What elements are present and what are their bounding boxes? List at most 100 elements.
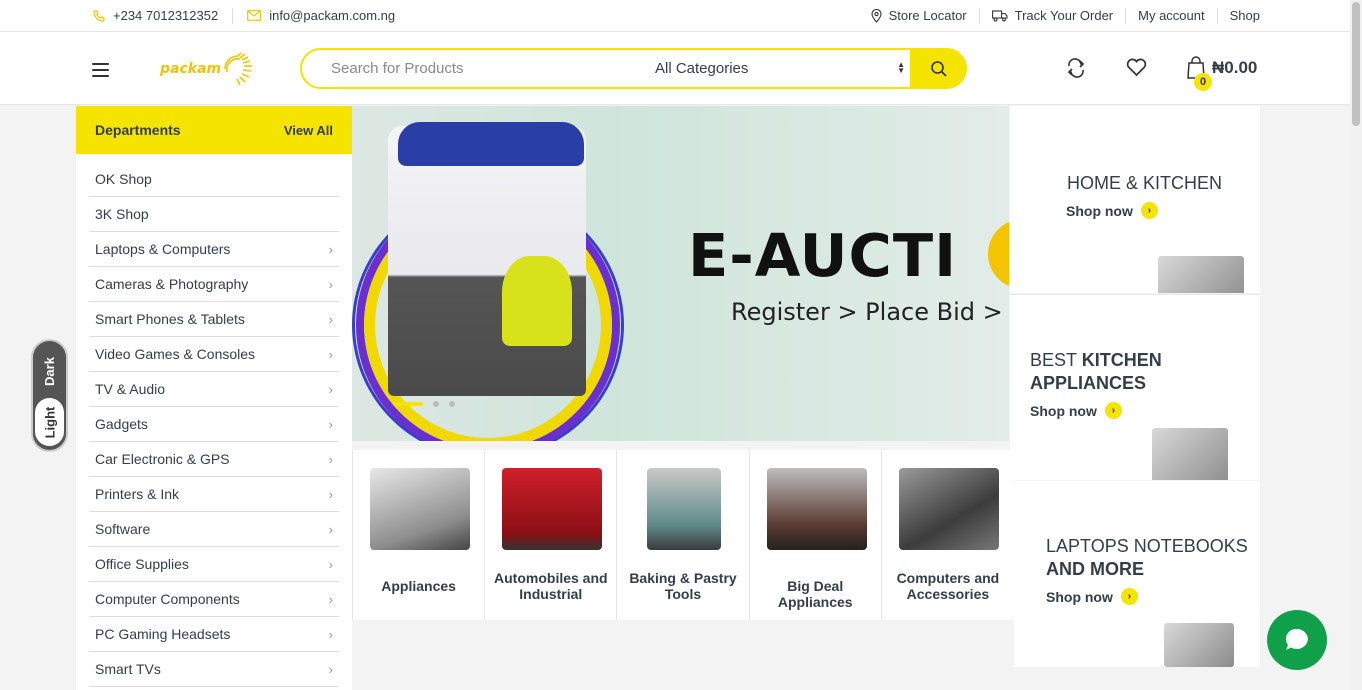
store-locator-link[interactable]: Store Locator	[871, 8, 967, 23]
cart-total[interactable]: ₦0.00	[1212, 58, 1257, 78]
site-logo[interactable]: packam	[160, 50, 255, 88]
vacuum-image	[502, 256, 572, 346]
arrow-right-icon: ›	[1104, 402, 1122, 419]
my-account-link[interactable]: My account	[1138, 8, 1204, 23]
category-card-big-deal[interactable]: Big Deal Appliances	[750, 450, 882, 620]
banner-title: HOME & KITCHEN	[1067, 173, 1223, 193]
blender-image	[1152, 428, 1228, 480]
shop-now-link[interactable]: Shop now ›	[1046, 588, 1138, 605]
department-item[interactable]: Laptops & Computers ›	[89, 232, 339, 267]
department-item[interactable]: Cameras & Photography ›	[89, 267, 339, 302]
search-icon	[930, 60, 947, 77]
category-image	[766, 468, 867, 550]
search-input[interactable]	[331, 50, 631, 87]
hero-headline: E-AUCTI	[688, 221, 958, 290]
chat-bubble-icon	[1285, 628, 1308, 650]
category-select[interactable]: All Categories ▲ ▼	[655, 50, 909, 87]
banner-laptops[interactable]: LAPTOPS NOTEBOOKS AND MORE Shop now ›	[1014, 481, 1260, 667]
slider-dot-1[interactable]	[393, 402, 423, 406]
department-item[interactable]: TV & Audio ›	[89, 372, 339, 407]
search-bar: All Categories ▲▼	[300, 48, 967, 89]
department-item[interactable]: Software ›	[89, 512, 339, 547]
chevron-right-icon: ›	[328, 416, 333, 432]
track-order-link[interactable]: Track Your Order	[991, 8, 1113, 23]
emoji-graphic	[988, 219, 1009, 289]
hero-tagline: Register > Place Bid > You	[731, 298, 1009, 326]
department-label: Printers & Ink	[95, 486, 180, 502]
arrow-right-icon: ›	[1120, 588, 1138, 605]
chevron-right-icon: ›	[328, 486, 333, 502]
category-image	[502, 468, 603, 550]
category-label: Baking & Pastry Tools	[629, 570, 737, 602]
page-scrollbar[interactable]	[1350, 0, 1362, 690]
hero-slider[interactable]: E-AUCTI Register > Place Bid > You	[352, 106, 1009, 441]
shop-now-link[interactable]: Shop now ›	[1030, 402, 1122, 419]
category-card-appliances[interactable]: Appliances	[353, 450, 486, 620]
scrollbar-thumb[interactable]	[1352, 2, 1360, 126]
category-card-automobiles[interactable]: Automobiles and Industrial	[485, 450, 618, 620]
shop-now-link[interactable]: Shop now ›	[1066, 202, 1158, 219]
chevron-right-icon: ›	[328, 451, 333, 467]
department-label: Office Supplies	[95, 556, 189, 572]
department-item[interactable]: Office Supplies ›	[89, 547, 339, 582]
wishlist-heart-icon[interactable]	[1126, 58, 1147, 77]
department-item[interactable]: Smart Phones & Tablets ›	[89, 302, 339, 337]
department-label: Video Games & Consoles	[95, 346, 256, 362]
slider-dot-2[interactable]	[433, 401, 439, 407]
light-mode-option[interactable]: Light	[35, 398, 64, 446]
department-item[interactable]: PC Gaming Headsets ›	[89, 617, 339, 652]
category-select-value: All Categories	[655, 60, 749, 77]
category-card-computers[interactable]: Computers and Accessories	[882, 450, 1014, 620]
map-pin-icon	[871, 8, 882, 23]
email-address: info@packam.com.ng	[269, 8, 396, 23]
theme-toggle[interactable]: Dark Light	[31, 339, 68, 452]
dark-mode-option[interactable]: Dark	[33, 347, 66, 395]
banner-home-kitchen[interactable]: HOME & KITCHEN Shop now ›	[1010, 106, 1260, 293]
chevron-right-icon: ›	[328, 381, 333, 397]
divider	[1216, 7, 1218, 24]
banner-title: LAPTOPS NOTEBOOKS AND MORE	[1046, 536, 1248, 579]
department-label: Smart Phones & Tablets	[95, 311, 245, 327]
department-item[interactable]: Smart TVs ›	[89, 652, 339, 687]
category-card-baking[interactable]: Baking & Pastry Tools	[617, 450, 750, 620]
department-label: Gadgets	[95, 416, 148, 432]
chevron-right-icon: ›	[328, 661, 333, 677]
slider-dot-3[interactable]	[449, 401, 455, 407]
department-label: Car Electronic & GPS	[95, 451, 230, 467]
sun-logo-icon	[224, 52, 253, 86]
department-item[interactable]: Gadgets ›	[89, 407, 339, 442]
category-image	[370, 468, 470, 550]
logo-text: packam	[160, 61, 222, 77]
chevron-right-icon: ›	[328, 556, 333, 572]
view-all-link[interactable]: View All	[284, 123, 333, 138]
chat-button[interactable]	[1267, 610, 1327, 670]
department-item[interactable]: Video Games & Consoles ›	[89, 337, 339, 372]
arrow-right-icon: ›	[1140, 202, 1158, 219]
top-bar: +234 7012312352 info@packam.com.ng Store…	[0, 0, 1350, 32]
department-label: Cameras & Photography	[95, 276, 249, 292]
chevron-right-icon: ›	[328, 241, 333, 257]
category-label: Computers and Accessories	[896, 570, 1000, 602]
department-label: Smart TVs	[95, 661, 161, 677]
email-contact[interactable]: info@packam.com.ng	[247, 8, 395, 23]
department-item[interactable]: Car Electronic & GPS ›	[89, 442, 339, 477]
category-image	[898, 468, 999, 550]
menu-icon[interactable]	[92, 63, 109, 77]
dark-label: Dark	[41, 356, 57, 386]
search-button[interactable]	[910, 50, 965, 87]
departments-title: Departments	[95, 122, 181, 138]
shop-link[interactable]: Shop	[1230, 8, 1260, 23]
phone-contact[interactable]: +234 7012312352	[93, 8, 218, 23]
mail-icon	[247, 10, 262, 21]
banner-kitchen-appliances[interactable]: BEST KITCHEN APPLIANCES Shop now ›	[1010, 294, 1260, 480]
washing-machine-lid	[398, 122, 584, 166]
chevron-right-icon: ›	[328, 521, 333, 537]
department-item[interactable]: Printers & Ink ›	[89, 477, 339, 512]
department-item[interactable]: OK Shop	[89, 162, 339, 197]
department-item[interactable]: Computer Components ›	[89, 582, 339, 617]
department-label: PC Gaming Headsets	[95, 626, 231, 642]
department-item[interactable]: 3K Shop	[89, 197, 339, 232]
chevron-right-icon: ›	[328, 346, 333, 362]
department-label: Laptops & Computers	[95, 241, 231, 257]
compare-icon[interactable]	[1066, 58, 1086, 78]
